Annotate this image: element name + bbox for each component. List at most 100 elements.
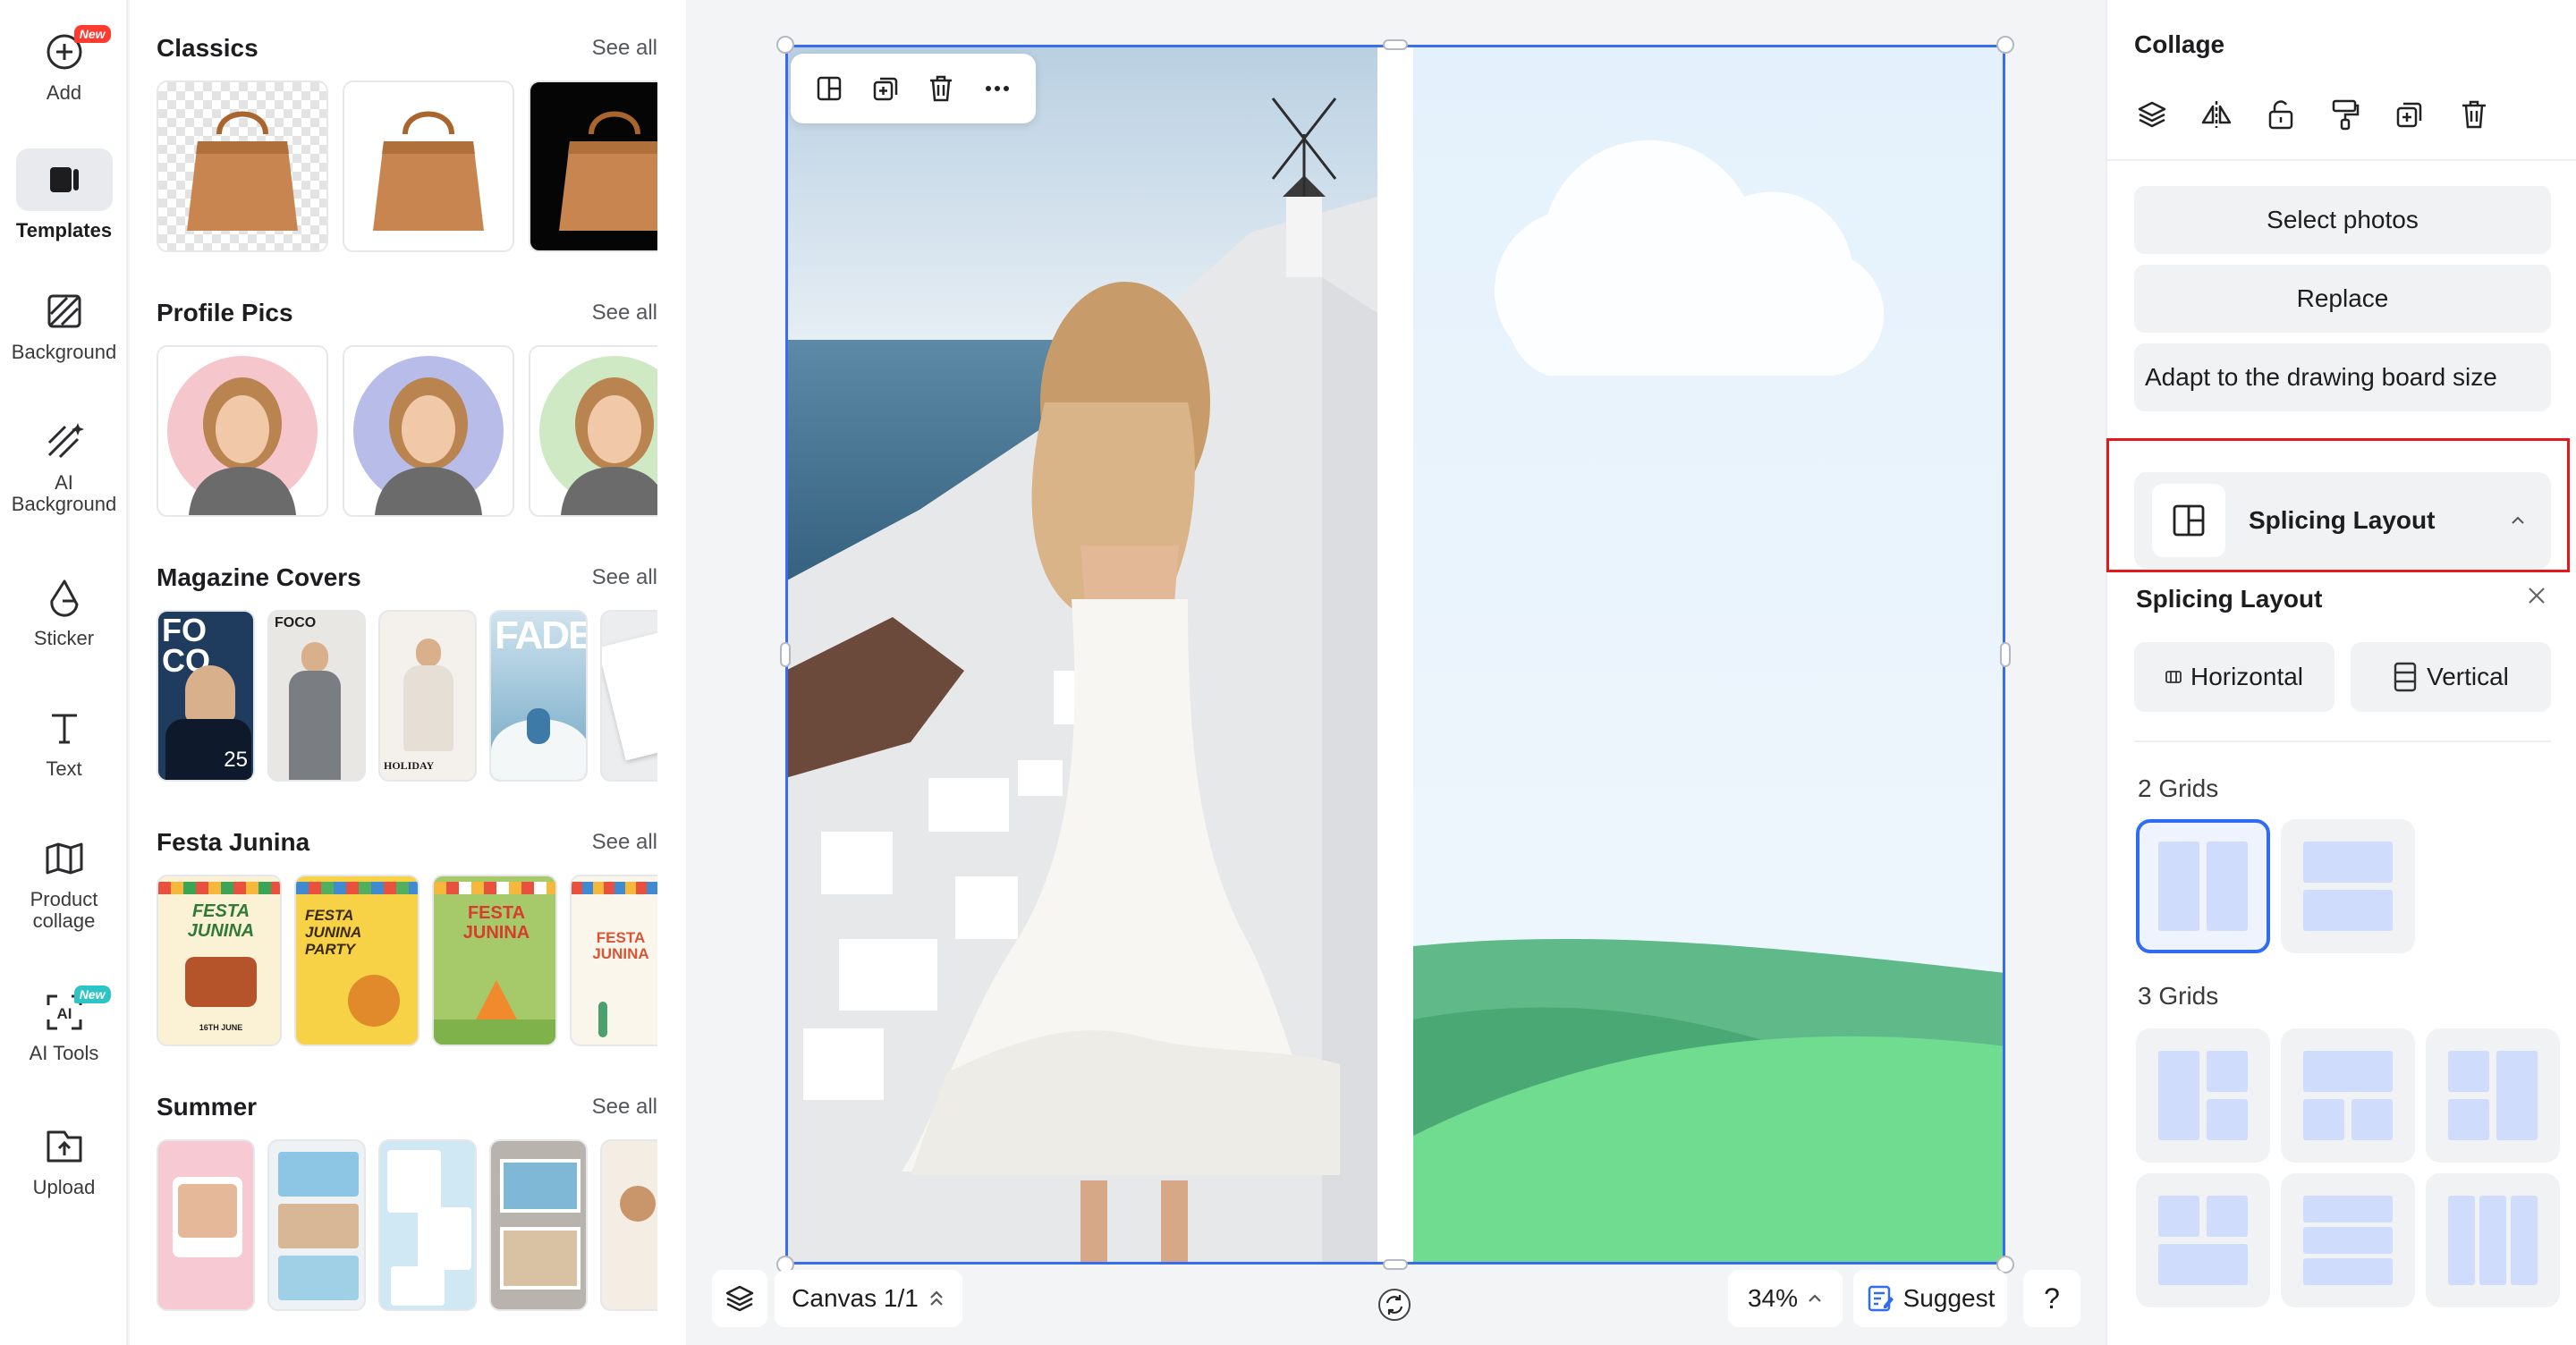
photo-woman-santorini	[785, 45, 1377, 1265]
section-title: Festa Junina	[157, 828, 310, 856]
duplicate-icon[interactable]	[864, 67, 907, 110]
suggest-button[interactable]: Suggest	[1853, 1270, 2007, 1327]
template-thumb[interactable]	[529, 80, 657, 252]
collage-cell-photo[interactable]	[785, 45, 1377, 1265]
poster-date: 16TH JUNE	[199, 1023, 243, 1032]
resize-handle[interactable]	[1383, 39, 1408, 50]
layout-3-rows[interactable]	[2281, 1173, 2415, 1307]
layout-2-rows[interactable]	[2281, 819, 2415, 953]
rotate-icon	[1378, 1289, 1411, 1321]
splicing-layout-toggle[interactable]: Splicing Layout	[2134, 472, 2551, 569]
template-thumb[interactable]: HOLIDAY	[378, 610, 477, 782]
template-thumb[interactable]: FESTA JUNINA	[432, 875, 557, 1046]
resize-handle[interactable]	[1996, 36, 2014, 54]
template-thumb[interactable]: FOCO	[267, 610, 366, 782]
collage-cell-placeholder[interactable]	[1413, 45, 2005, 1265]
resize-handle[interactable]	[1383, 1259, 1408, 1270]
section-title: Summer	[157, 1093, 258, 1121]
vertical-button[interactable]: Vertical	[2351, 642, 2551, 712]
layout-3-bottom-big[interactable]	[2136, 1173, 2270, 1307]
element-toolbar	[791, 54, 1036, 123]
see-all-link[interactable]: See all	[592, 1095, 657, 1120]
rail-item-ai-tools[interactable]: AI New AI Tools	[0, 985, 128, 1064]
template-thumb[interactable]: FADE	[489, 610, 588, 782]
rail-item-add[interactable]: New Add	[0, 25, 128, 104]
template-thumb[interactable]: FESTA JUNINA 16TH JUNE	[157, 875, 282, 1046]
horizontal-button[interactable]: Horizontal	[2134, 642, 2334, 712]
see-all-link[interactable]: See all	[592, 565, 657, 590]
close-icon[interactable]	[2522, 581, 2551, 610]
divider	[2134, 740, 2551, 742]
unlock-icon[interactable]	[2263, 97, 2299, 132]
template-thumb[interactable]	[600, 610, 657, 782]
duplicate-icon[interactable]	[2392, 97, 2428, 132]
layout-3-right-big[interactable]	[2426, 1028, 2560, 1163]
product-collage-icon	[39, 833, 89, 884]
resize-handle[interactable]	[776, 36, 794, 54]
new-badge: New	[73, 985, 111, 1003]
layout-3-top-big[interactable]	[2281, 1028, 2415, 1163]
replace-button[interactable]: Replace	[2134, 265, 2551, 333]
layers-icon[interactable]	[2134, 97, 2170, 132]
background-icon	[39, 286, 89, 336]
vertical-icon	[2394, 662, 2417, 692]
format-painter-icon[interactable]	[2327, 97, 2363, 132]
layout-2-columns[interactable]	[2136, 819, 2270, 953]
adapt-board-size-button[interactable]: Adapt to the drawing board size	[2134, 343, 2551, 411]
svg-text:AI: AI	[56, 1005, 72, 1022]
rail-item-text[interactable]: Text	[0, 703, 128, 780]
template-thumb[interactable]	[378, 1139, 477, 1311]
rotate-button[interactable]	[1376, 1286, 1413, 1324]
chevron-up-icon	[1809, 1294, 1821, 1302]
template-thumb[interactable]	[529, 345, 657, 517]
see-all-link[interactable]: See all	[592, 300, 657, 326]
layers-button[interactable]	[712, 1270, 767, 1327]
template-thumb[interactable]	[267, 1139, 366, 1311]
template-thumb[interactable]	[157, 1139, 255, 1311]
rail-label-text: Text	[46, 757, 82, 780]
rail-label-add: Add	[46, 81, 82, 104]
template-thumb[interactable]: FO CO 25	[157, 610, 255, 782]
more-icon[interactable]	[976, 67, 1019, 110]
template-thumb[interactable]	[489, 1139, 588, 1311]
rail-item-ai-background[interactable]: AI Background	[0, 417, 128, 515]
template-thumb[interactable]	[343, 80, 514, 252]
rail-item-sticker[interactable]: Sticker	[0, 572, 128, 649]
zoom-button[interactable]: 34%	[1728, 1270, 1843, 1327]
see-all-link[interactable]: See all	[592, 830, 657, 855]
layout-icon[interactable]	[808, 67, 851, 110]
template-thumb[interactable]: FESTA JUNINA PARTY	[294, 875, 419, 1046]
collage-artboard[interactable]	[785, 45, 2005, 1265]
flip-icon[interactable]	[2199, 97, 2234, 132]
template-thumb[interactable]: FESTA JUNINA	[570, 875, 657, 1046]
section-title: Classics	[157, 34, 258, 62]
rail-item-upload[interactable]: Upload	[0, 1121, 128, 1198]
rail-item-product-collage[interactable]: Product collage	[0, 833, 128, 932]
delete-icon[interactable]	[2456, 97, 2492, 132]
resize-handle[interactable]	[780, 642, 791, 667]
canvas-page-button[interactable]: Canvas 1/1	[775, 1270, 962, 1327]
template-thumb[interactable]	[157, 345, 328, 517]
delete-icon[interactable]	[919, 67, 962, 110]
grids-2-label: 2 Grids	[2138, 774, 2219, 802]
layout-3-columns[interactable]	[2426, 1173, 2560, 1307]
rail-item-templates[interactable]: Templates	[0, 148, 128, 241]
template-thumb[interactable]	[157, 80, 328, 252]
rail-label-product-collage: Product collage	[30, 888, 98, 932]
splicing-layout-label: Splicing Layout	[2249, 506, 2436, 534]
ai-background-icon	[39, 417, 89, 467]
template-thumb[interactable]	[343, 345, 514, 517]
cover-title: FOCO	[275, 615, 317, 630]
suggest-label: Suggest	[1902, 1284, 1996, 1312]
select-photos-button[interactable]: Select photos	[2134, 186, 2551, 254]
section-title: Profile Pics	[157, 299, 293, 326]
resize-handle[interactable]	[2000, 642, 2011, 667]
template-thumb[interactable]	[600, 1139, 657, 1311]
rail-label-templates: Templates	[15, 219, 113, 241]
templates-icon	[15, 148, 113, 211]
rail-item-background[interactable]: Background	[0, 286, 128, 363]
section-classics: Classics See all	[157, 30, 684, 252]
help-button[interactable]: ?	[2023, 1270, 2080, 1327]
layout-3-left-big[interactable]	[2136, 1028, 2270, 1163]
see-all-link[interactable]: See all	[592, 36, 657, 61]
